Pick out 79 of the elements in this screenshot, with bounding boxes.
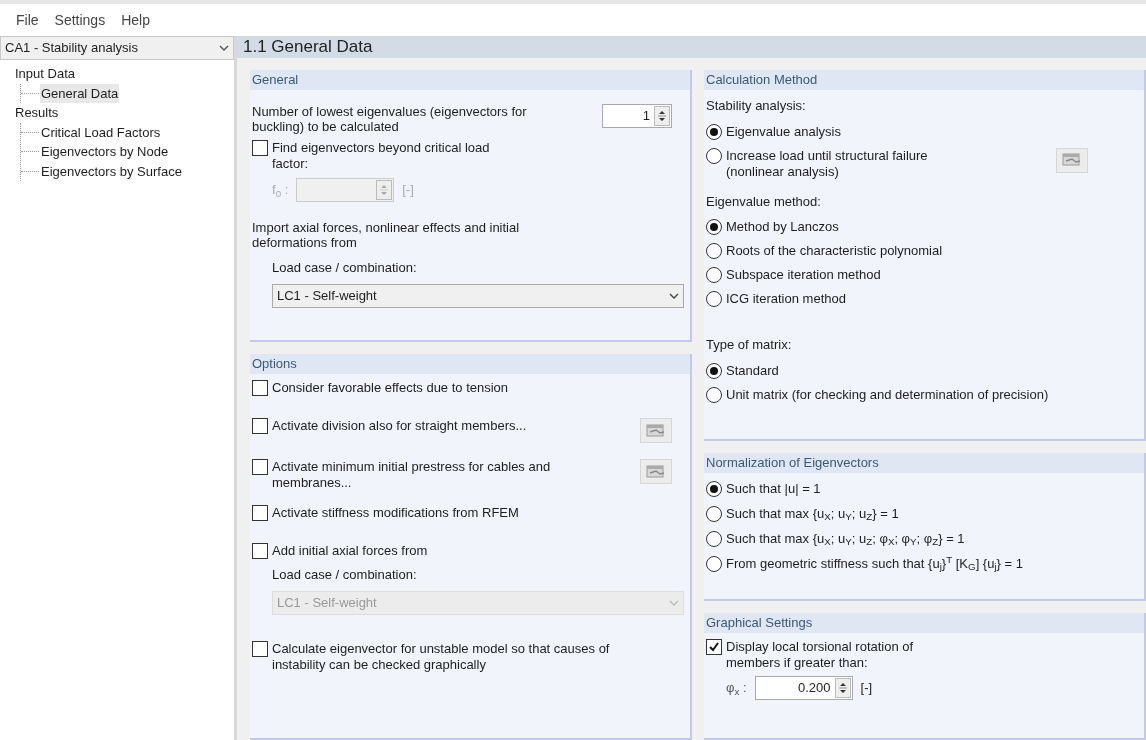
radio-label: Such that max {u$_{X}$; u$_{Y}$; u$_{Z}$; φ$_{X}$; φ$_{Y}$; φ$_{Z}$} = 1 — [726, 531, 965, 547]
radio-label: ICG iteration method — [726, 291, 846, 307]
checkbox-label: Display local torsional rotation of members if greater than: — [726, 639, 915, 671]
spin-arrows-icon — [654, 106, 670, 126]
group-label: Eigenvalue method: — [706, 192, 822, 211]
chevron-down-icon — [669, 292, 679, 299]
tree-item[interactable]: Eigenvectors by Node — [40, 142, 170, 162]
tree-item[interactable]: Results — [14, 103, 60, 123]
radio-button[interactable] — [706, 531, 722, 547]
radio-button[interactable] — [706, 243, 722, 259]
radio-label: Standard — [726, 362, 779, 379]
field-label: φ$_{x}$ : — [726, 679, 747, 698]
checkbox[interactable] — [252, 505, 268, 521]
tree-item[interactable]: Critical Load Factors — [40, 122, 162, 142]
dialog-icon — [646, 464, 666, 479]
radio-label: Such that |u| = 1 — [726, 481, 821, 497]
radio-label: Eigenvalue analysis — [726, 123, 841, 140]
load-case-dropdown[interactable]: LC1 - Self-weight — [272, 283, 684, 308]
tree-item[interactable]: General Data — [40, 83, 120, 103]
radio-button[interactable] — [706, 123, 722, 140]
case-dropdown[interactable]: CA1 - Stability analysis — [0, 36, 234, 60]
group-label: Stability analysis: — [706, 97, 807, 115]
checkbox-label: Activate division also for straight members... — [272, 418, 528, 434]
checkbox[interactable] — [252, 640, 268, 657]
count-spinner[interactable]: 1 — [602, 104, 672, 128]
radio-label: Such that max {u$_{X}$; u$_{Y}$; u$_{Z}$} = 1 — [726, 506, 899, 522]
field-label: Load case / combination: — [272, 566, 418, 584]
menu-item[interactable]: File — [16, 9, 39, 31]
radio-button[interactable] — [706, 556, 722, 572]
group-label: Type of matrix: — [706, 336, 793, 354]
unit-label: [-] — [402, 181, 414, 200]
tree-item[interactable]: Input Data — [14, 64, 76, 84]
chevron-down-icon — [669, 599, 679, 606]
checkbox[interactable] — [252, 459, 268, 475]
angle-spinner[interactable]: 0.200 — [754, 676, 853, 700]
section-label: Import axial forces, nonlinear effects and initial deformations from — [252, 220, 521, 250]
checkbox[interactable] — [252, 140, 268, 156]
menu-item[interactable]: Settings — [54, 9, 106, 31]
field-label: f$_{0}$ : — [272, 181, 289, 200]
radio-label: Subspace iteration method — [726, 267, 881, 283]
radio-label: Roots of the characteristic polynomial — [726, 243, 943, 259]
radio-button[interactable] — [706, 147, 722, 164]
radio-button[interactable] — [706, 267, 722, 283]
radio-label: Method by Lanczos — [726, 219, 839, 235]
radio-button[interactable] — [706, 506, 722, 522]
field-label: Number of lowest eigenvalues (eigenvectors for buckling) to be calculated — [252, 104, 528, 134]
checkbox[interactable] — [252, 418, 268, 434]
checkbox-label: Calculate eigenvector for unstable model so that causes of instability can be checked graphically — [272, 640, 611, 673]
field-label: Load case / combination: — [272, 259, 418, 277]
checkbox[interactable] — [252, 380, 268, 396]
checkbox[interactable] — [706, 639, 722, 655]
radio-label: From geometric stiffness such that {u$_{j}$}$^{T}$ [K$_{G}$] {u$_{j}$} = 1 — [726, 556, 1023, 572]
menu-item[interactable]: Help — [121, 9, 150, 31]
checkbox[interactable] — [252, 543, 268, 559]
dialog-icon — [646, 423, 666, 438]
radio-button[interactable] — [706, 481, 722, 497]
checkbox-label: Activate minimum initial prestress for cables and membranes... — [272, 459, 552, 491]
radio-button[interactable] — [706, 291, 722, 307]
checkbox-label: Add initial axial forces from — [272, 543, 429, 559]
panel-header: Options — [250, 354, 690, 374]
panel-header: General — [250, 70, 690, 90]
tree-item[interactable]: Eigenvectors by Surface — [40, 161, 183, 181]
spin-arrows-icon — [376, 180, 393, 200]
radio-label: Increase load until structural failure (nonlinear analysis) — [726, 147, 929, 180]
checkbox-label: Consider favorable effects due to tension — [272, 380, 510, 396]
page-title: 1.1 General Data — [237, 36, 1146, 58]
panel-header: Calculation Method — [704, 70, 1144, 90]
panel-header: Graphical Settings — [704, 613, 1144, 633]
checkbox-label: Activate stiffness modifications from RFEM — [272, 505, 520, 521]
radio-button[interactable] — [706, 219, 722, 235]
radio-label: Unit matrix (for checking and determination of precision) — [726, 386, 1049, 403]
unit-label: [-] — [860, 679, 873, 698]
spin-arrows-icon — [834, 678, 851, 698]
radio-button[interactable] — [706, 362, 722, 379]
chevron-down-icon — [219, 45, 229, 51]
panel-header: Normalization of Eigenvectors — [704, 453, 1144, 473]
checkbox-label: Find eigenvectors beyond critical load factor: — [272, 140, 491, 172]
dialog-icon — [1062, 153, 1082, 167]
radio-button[interactable] — [706, 386, 722, 403]
